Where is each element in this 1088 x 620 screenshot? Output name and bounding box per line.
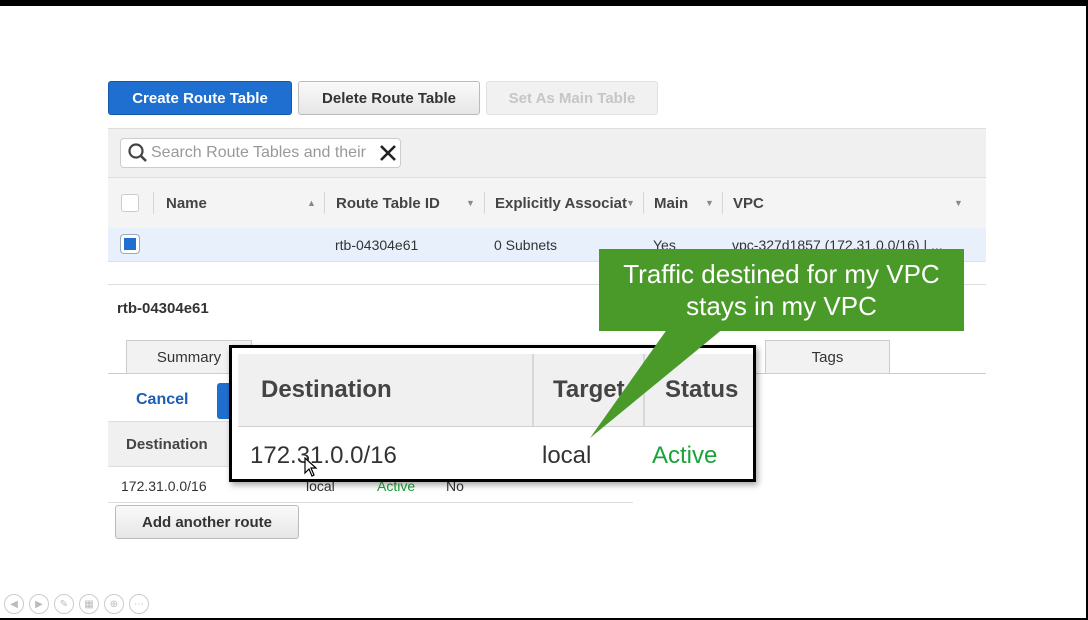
set-as-main-table-button: Set As Main Table [486, 81, 658, 115]
callout-line-2: stays in my VPC [686, 291, 877, 321]
search-placeholder: Search Route Tables and their [151, 144, 366, 161]
search-input[interactable]: Search Route Tables and their [120, 138, 401, 168]
cancel-button[interactable]: Cancel [136, 391, 188, 409]
more-icon[interactable]: ⋯ [129, 594, 149, 614]
row-associations: 0 Subnets [494, 236, 558, 253]
column-header-main[interactable]: Main [654, 178, 688, 228]
column-header-route-table-id[interactable]: Route Table ID [336, 178, 440, 228]
route-destination: 172.31.0.0/16 [121, 478, 207, 494]
pen-icon[interactable]: ✎ [54, 594, 74, 614]
callout-line-1: Traffic destined for my VPC [623, 259, 940, 289]
zoom-target: local [542, 442, 592, 469]
column-header-explicitly-associated[interactable]: Explicitly Associat [495, 178, 627, 228]
chevron-down-icon[interactable]: ▼ [466, 198, 475, 208]
zoom-header: Destination Target Status [238, 354, 753, 427]
zoom-destination: 172.31.0.0/16 [250, 442, 397, 469]
chevron-down-icon[interactable]: ▼ [954, 198, 963, 208]
zoom-header-destination: Destination [261, 376, 392, 403]
column-separator [484, 192, 485, 214]
select-all-checkbox[interactable] [121, 194, 139, 212]
table-header: Name ▲ Route Table ID ▼ Explicitly Assoc… [108, 177, 986, 229]
column-separator [532, 354, 534, 426]
slides-icon[interactable]: ▦ [79, 594, 99, 614]
column-separator [324, 192, 325, 214]
add-another-route-button[interactable]: Add another route [115, 505, 299, 539]
zoom-icon[interactable]: ⊕ [104, 594, 124, 614]
column-separator [153, 192, 154, 214]
detail-title: rtb-04304e61 [117, 300, 209, 317]
search-icon [128, 143, 147, 162]
zoom-status: Active [652, 442, 718, 469]
top-border [0, 0, 1088, 6]
row-checkbox[interactable] [121, 235, 139, 253]
callout-annotation: Traffic destined for my VPC stays in my … [599, 249, 964, 331]
column-separator [643, 354, 645, 426]
column-separator [722, 192, 723, 214]
chevron-down-icon[interactable]: ▼ [705, 198, 714, 208]
chevron-down-icon[interactable]: ▼ [626, 198, 635, 208]
mouse-cursor-icon [304, 457, 318, 477]
row-route-table-id: rtb-04304e61 [335, 236, 419, 253]
column-header-name[interactable]: Name [166, 178, 207, 228]
delete-route-table-button[interactable]: Delete Route Table [298, 81, 480, 115]
column-header-destination: Destination [126, 436, 208, 453]
column-header-vpc[interactable]: VPC [733, 178, 764, 228]
zoom-header-target: Target [553, 376, 625, 403]
play-icon[interactable]: ▶ [29, 594, 49, 614]
slide-controls: ◀ ▶ ✎ ▦ ⊕ ⋯ [4, 594, 149, 614]
tab-tags[interactable]: Tags [765, 340, 890, 374]
column-separator [643, 192, 644, 214]
previous-icon[interactable]: ◀ [4, 594, 24, 614]
zoom-header-status: Status [665, 376, 739, 403]
route-tables-panel: Search Route Tables and their Name ▲ Rou… [108, 128, 986, 262]
sort-ascending-icon[interactable]: ▲ [307, 198, 316, 208]
clear-search-icon[interactable] [378, 143, 398, 163]
create-route-table-button[interactable]: Create Route Table [108, 81, 292, 115]
